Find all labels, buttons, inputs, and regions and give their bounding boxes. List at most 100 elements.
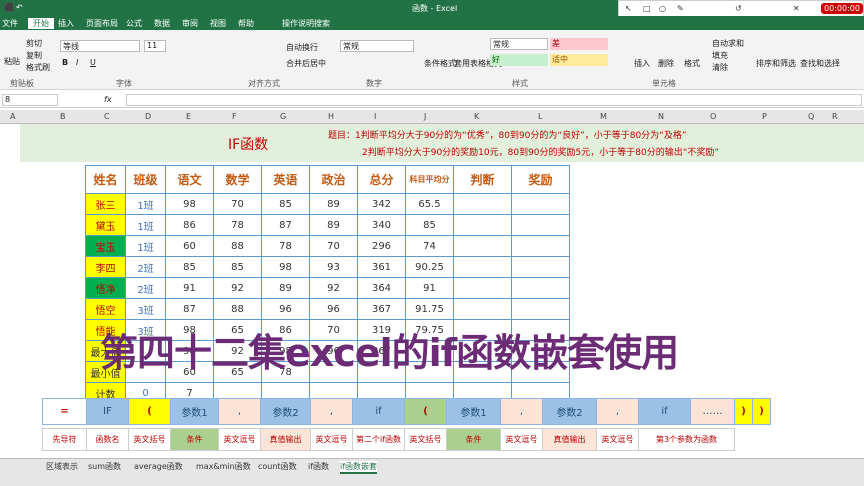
format-cells-button[interactable]: 格式 [684, 58, 700, 69]
formula-part[interactable]: ) [752, 398, 771, 425]
rect-icon[interactable]: □ [643, 4, 651, 13]
table-cell[interactable]: 98 [261, 256, 310, 278]
table-cell[interactable] [453, 277, 512, 299]
col-header-E[interactable]: E [186, 112, 191, 121]
tab-review[interactable]: 审阅 [182, 18, 198, 29]
style-good[interactable]: 好 [490, 54, 548, 66]
table-cell[interactable]: 悟空 [85, 298, 126, 320]
tab-layout[interactable]: 页面布局 [86, 18, 118, 29]
formula-part[interactable]: if [638, 398, 691, 425]
delete-cells-button[interactable]: 删除 [658, 58, 674, 69]
table-cell[interactable]: 74 [405, 235, 454, 257]
col-header-D[interactable]: D [145, 112, 151, 121]
legend-cell[interactable]: 第3个参数为函数 [638, 428, 735, 451]
table-cell[interactable]: 91 [405, 277, 454, 299]
header-cell[interactable]: 政治 [309, 165, 358, 194]
formula-part[interactable]: …… [690, 398, 735, 425]
table-cell[interactable]: 90.25 [405, 256, 454, 278]
table-cell[interactable]: 70 [213, 193, 262, 215]
tab-formulas[interactable]: 公式 [126, 18, 142, 29]
table-cell[interactable]: 91 [165, 277, 214, 299]
col-header-N[interactable]: N [658, 112, 664, 121]
col-header-J[interactable]: J [424, 112, 426, 121]
table-cell[interactable]: 1班 [125, 193, 166, 215]
legend-cell[interactable]: 真值输出 [260, 428, 311, 451]
table-cell[interactable]: 1班 [125, 214, 166, 236]
header-cell[interactable]: 判断 [453, 165, 512, 194]
table-cell[interactable] [453, 214, 512, 236]
table-cell[interactable]: 96 [309, 298, 358, 320]
sheet-tab[interactable]: if函数 [308, 461, 329, 472]
table-cell[interactable] [511, 214, 570, 236]
name-box[interactable]: 8 [2, 94, 58, 106]
table-cell[interactable] [453, 256, 512, 278]
table-cell[interactable]: 367 [357, 298, 406, 320]
copy-button[interactable]: 复制 [26, 50, 42, 61]
table-cell[interactable]: 3班 [125, 298, 166, 320]
style-bad[interactable]: 差 [550, 38, 608, 50]
table-cell[interactable]: 65.5 [405, 193, 454, 215]
table-cell[interactable]: 88 [213, 298, 262, 320]
table-cell[interactable]: 85 [405, 214, 454, 236]
formula-part[interactable]: , [500, 398, 543, 425]
autosum-button[interactable]: 自动求和 [712, 38, 744, 49]
table-cell[interactable]: 340 [357, 214, 406, 236]
table-cell[interactable]: 李四 [85, 256, 126, 278]
table-cell[interactable]: 悟净 [85, 277, 126, 299]
tab-view[interactable]: 视图 [210, 18, 226, 29]
col-header-F[interactable]: F [232, 112, 237, 121]
table-cell[interactable]: 黛玉 [85, 214, 126, 236]
cut-button[interactable]: 剪切 [26, 38, 42, 49]
formula-part[interactable]: IF [86, 398, 129, 425]
col-header-Q[interactable]: Q [808, 112, 814, 121]
sheet-tab[interactable]: count函数 [258, 461, 297, 472]
legend-cell[interactable]: 条件 [446, 428, 501, 451]
find-select-button[interactable]: 查找和选择 [800, 58, 840, 69]
table-cell[interactable]: 87 [165, 298, 214, 320]
table-cell[interactable]: 98 [165, 193, 214, 215]
table-cell[interactable]: 92 [309, 277, 358, 299]
header-cell[interactable]: 语文 [165, 165, 214, 194]
formula-part[interactable]: , [310, 398, 353, 425]
sheet-tab[interactable]: 区域表示 [46, 461, 78, 472]
sort-filter-button[interactable]: 排序和筛选 [756, 58, 796, 69]
table-cell[interactable]: 86 [165, 214, 214, 236]
col-header-I[interactable]: I [374, 112, 376, 121]
table-cell[interactable] [511, 277, 570, 299]
table-cell[interactable]: 364 [357, 277, 406, 299]
style-normal[interactable]: 常规 [490, 38, 548, 50]
font-size-select[interactable]: 11 [144, 40, 166, 52]
table-cell[interactable]: 78 [261, 235, 310, 257]
sheet-tab[interactable]: max&min函数 [196, 461, 251, 472]
table-cell[interactable]: 92 [213, 277, 262, 299]
style-neutral[interactable]: 适中 [550, 54, 608, 66]
insert-cells-button[interactable]: 插入 [634, 58, 650, 69]
table-cell[interactable]: 96 [261, 298, 310, 320]
tab-data[interactable]: 数据 [154, 18, 170, 29]
legend-cell[interactable]: 英文括号 [128, 428, 171, 451]
table-cell[interactable]: 1班 [125, 235, 166, 257]
col-header-O[interactable]: O [710, 112, 716, 121]
table-cell[interactable]: 91.75 [405, 298, 454, 320]
col-header-B[interactable]: B [60, 112, 66, 121]
bold-button[interactable]: B [62, 58, 68, 67]
col-header-R[interactable]: R [832, 112, 838, 121]
sheet-tab[interactable]: if函数嵌套 [340, 461, 378, 474]
table-cell[interactable]: 2班 [125, 277, 166, 299]
col-header-C[interactable]: C [104, 112, 110, 121]
cursor-icon[interactable]: ↖ [625, 4, 632, 13]
pen-icon[interactable]: ✎ [677, 4, 684, 13]
header-cell[interactable]: 奖励 [511, 165, 570, 194]
underline-button[interactable]: U [90, 58, 96, 67]
fill-button[interactable]: 填充 [712, 50, 728, 61]
table-cell[interactable]: 87 [261, 214, 310, 236]
table-cell[interactable] [453, 235, 512, 257]
col-header-G[interactable]: G [280, 112, 286, 121]
table-cell[interactable]: 宝玉 [85, 235, 126, 257]
table-cell[interactable]: 93 [309, 256, 358, 278]
tab-file[interactable]: 文件 [2, 18, 18, 29]
formula-part[interactable]: = [42, 398, 87, 425]
legend-cell[interactable]: 英文逗号 [310, 428, 353, 451]
table-cell[interactable]: 78 [213, 214, 262, 236]
sheet-tab[interactable]: average函数 [134, 461, 183, 472]
